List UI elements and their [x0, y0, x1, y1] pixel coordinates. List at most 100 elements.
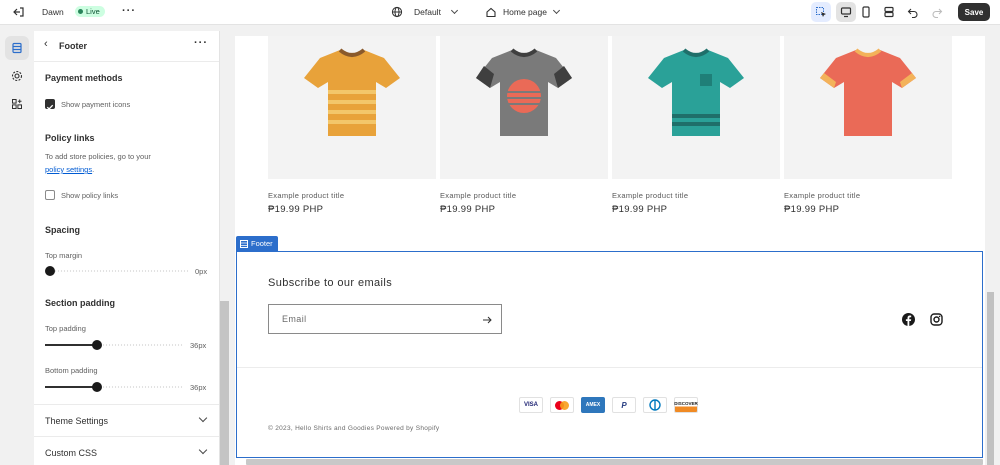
chevron-down-icon	[552, 6, 560, 15]
payment-methods-heading: Payment methods	[45, 73, 123, 83]
sections-icon	[12, 42, 22, 54]
policy-help-text: To add store policies, go to your	[45, 152, 151, 161]
save-button[interactable]: Save	[958, 3, 990, 21]
custom-css-collapsible[interactable]: Custom CSS	[34, 437, 219, 465]
full-width-view-button[interactable]	[879, 2, 899, 22]
desktop-view-button[interactable]	[836, 2, 856, 22]
spacing-heading: Spacing	[45, 225, 81, 235]
show-policy-links-label: Show policy links	[61, 191, 119, 200]
theme-settings-collapsible[interactable]: Theme Settings	[34, 405, 219, 436]
app-embeds-button[interactable]	[5, 92, 29, 116]
visa-icon: VISA	[519, 397, 543, 413]
top-margin-value: 0px	[195, 267, 208, 276]
discover-icon: DISCOVER	[674, 397, 698, 413]
tshirt-grey-image	[476, 48, 572, 136]
product-price: ₱19.99 PHP	[612, 204, 668, 215]
product-price: ₱19.99 PHP	[268, 204, 324, 215]
more-options-icon[interactable]: ···	[194, 37, 208, 49]
instagram-icon[interactable]	[930, 313, 943, 326]
email-placeholder: Email	[282, 314, 307, 324]
editor-rail	[0, 31, 34, 465]
settings-panel: ‹ Footer ··· Payment methods Show paymen…	[34, 31, 220, 465]
policy-help-line: policy settings.	[45, 165, 94, 174]
product-title[interactable]: Example product title	[612, 191, 688, 200]
show-payment-icons-checkbox[interactable]	[45, 99, 55, 110]
desktop-icon	[840, 7, 852, 18]
chevron-down-icon	[450, 6, 458, 15]
theme-settings-button[interactable]	[5, 64, 29, 88]
copyright-text: © 2023, Hello Shirts and Goodies Powered…	[268, 425, 440, 432]
select-cursor-icon	[816, 7, 826, 17]
footer-section-tag[interactable]: Footer	[236, 236, 278, 251]
amex-icon: AMEX	[581, 397, 605, 413]
product-title[interactable]: Example product title	[440, 191, 516, 200]
inspector-toggle[interactable]	[811, 2, 831, 22]
template-selector[interactable]: Default	[391, 6, 458, 18]
policy-links-heading: Policy links	[45, 133, 95, 143]
footer-divider	[237, 367, 982, 368]
product-price: ₱19.99 PHP	[784, 204, 840, 215]
product-title[interactable]: Example product title	[268, 191, 344, 200]
live-dot-icon	[78, 9, 83, 14]
panel-title: Footer	[59, 41, 87, 51]
top-margin-label: Top margin	[45, 251, 83, 260]
apps-icon	[12, 99, 22, 109]
panel-scrollbar[interactable]	[220, 31, 229, 465]
email-input[interactable]: Email	[268, 304, 502, 334]
top-padding-slider[interactable]	[92, 340, 102, 350]
product-image[interactable]	[612, 36, 780, 179]
layout-icon	[884, 6, 894, 18]
top-bar: Dawn Live ··· Default Home page Save	[0, 0, 1000, 25]
back-arrow-icon[interactable]: ‹	[44, 38, 48, 50]
undo-button[interactable]	[903, 2, 923, 22]
paypal-icon: P	[612, 397, 636, 413]
undo-icon	[907, 8, 918, 18]
panel-scrollbar-thumb[interactable]	[220, 301, 229, 465]
top-padding-value: 36px	[190, 341, 207, 350]
arrow-right-icon[interactable]	[482, 315, 492, 325]
newsletter-heading: Subscribe to our emails	[268, 277, 393, 289]
top-margin-track	[45, 270, 189, 272]
mobile-icon	[862, 6, 870, 18]
live-badge: Live	[75, 6, 105, 17]
panel-header: ‹ Footer ···	[34, 31, 219, 62]
bottom-padding-value: 36px	[190, 383, 207, 392]
product-image[interactable]	[268, 36, 436, 179]
globe-icon	[391, 6, 403, 18]
sections-button[interactable]	[5, 36, 29, 60]
preview-scrollbar-thumb[interactable]	[987, 292, 994, 465]
policy-settings-link[interactable]: policy settings	[45, 165, 92, 174]
mastercard-icon	[550, 397, 574, 413]
tshirt-teal-image	[648, 48, 744, 136]
exit-icon[interactable]	[9, 2, 29, 22]
mobile-view-button[interactable]	[856, 2, 876, 22]
section-icon	[240, 239, 248, 248]
section-padding-heading: Section padding	[45, 298, 116, 308]
redo-button[interactable]	[927, 2, 947, 22]
checkmark-icon	[46, 104, 54, 110]
gear-icon	[11, 70, 23, 82]
top-padding-fill	[45, 344, 97, 346]
home-icon	[486, 7, 496, 18]
diners-club-icon	[643, 397, 667, 413]
product-price: ₱19.99 PHP	[440, 204, 496, 215]
chevron-down-icon	[198, 413, 208, 423]
bottom-padding-slider[interactable]	[92, 382, 102, 392]
product-title[interactable]: Example product title	[784, 191, 860, 200]
more-actions-icon[interactable]: ···	[122, 5, 136, 17]
custom-css-label: Custom CSS	[45, 448, 98, 458]
theme-settings-label: Theme Settings	[45, 416, 109, 426]
product-image[interactable]	[440, 36, 608, 179]
page-selector[interactable]: Home page	[485, 6, 560, 18]
theme-name: Dawn	[42, 7, 64, 17]
preview-scrollbar[interactable]	[986, 36, 995, 465]
tshirt-coral-image	[820, 48, 916, 136]
facebook-icon[interactable]	[902, 313, 915, 326]
show-policy-links-checkbox[interactable]	[45, 190, 55, 200]
preview-horizontal-scrollbar[interactable]	[246, 459, 983, 465]
chevron-down-icon	[198, 445, 208, 455]
bottom-padding-label: Bottom padding	[45, 366, 98, 375]
top-margin-slider[interactable]	[45, 266, 55, 276]
product-image[interactable]	[784, 36, 952, 179]
footer-section-tag-label: Footer	[251, 239, 273, 248]
